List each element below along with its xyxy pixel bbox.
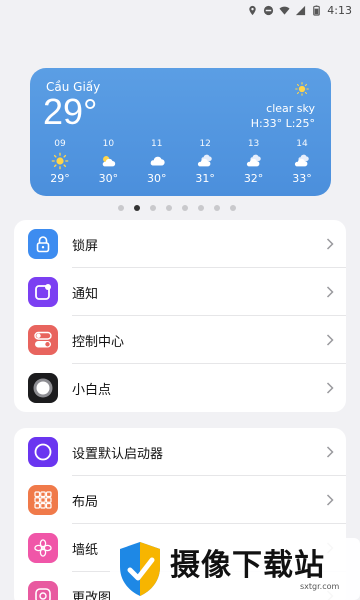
setting-row-lock-screen[interactable]: 锁屏 [14,220,346,268]
assistive-touch-icon [28,373,58,403]
cloud-icon [150,156,165,166]
weather-condition: clear sky [266,102,315,115]
partly-cloudy-icon [103,156,116,167]
settings-group-1: 锁屏 通知 控制中心 小白点 [14,220,346,412]
forecast-item: 10 30° [88,139,128,185]
forecast-item: 09 29° [40,139,80,185]
page-dot-active[interactable] [134,205,140,211]
setting-row-assistive-touch[interactable]: 小白点 [14,364,346,412]
forecast-temp: 33° [292,172,312,185]
forecast-item: 11 30° [137,139,177,185]
setting-label: 布局 [72,494,99,510]
weather-high-low: H:33° L:25° [250,117,315,130]
setting-row-notification[interactable]: 通知 [14,268,346,316]
wifi-icon [279,6,290,15]
setting-label: 锁屏 [72,238,99,254]
page-dot[interactable] [230,205,236,211]
cloudy-icon [294,154,309,167]
forecast-hour: 11 [151,139,163,149]
setting-label: 墙纸 [72,542,99,558]
chevron-right-icon [326,238,334,250]
page-dot[interactable] [150,205,156,211]
default-launcher-icon [28,437,58,467]
watermark-title: 摄像下载站 [170,548,325,583]
forecast-temp: 29° [50,172,70,185]
setting-label: 控制中心 [72,334,125,350]
setting-label: 更改图 [72,590,112,600]
forecast-hour: 10 [102,139,115,149]
chevron-right-icon [326,382,334,394]
forecast-hour: 13 [247,139,260,149]
change-icon-icon [28,581,58,600]
page-indicator[interactable] [118,205,236,211]
forecast-item: 14 33° [282,139,322,185]
forecast-temp: 31° [195,172,215,185]
page-dot[interactable] [214,205,220,211]
status-bar: 4:13 [0,0,360,20]
setting-label: 小白点 [72,382,112,398]
cloudy-icon [198,154,212,167]
setting-row-default-launcher[interactable]: 设置默认启动器 [14,428,346,476]
sun-icon [295,82,309,96]
forecast-hour: 14 [296,139,308,149]
watermark-url: sxtgr.com [300,582,340,591]
forecast-hour: 09 [54,139,66,149]
signal-icon [296,5,306,15]
forecast-temp: 30° [98,172,119,185]
forecast-item: 13 32° [234,139,274,185]
battery-icon [313,4,321,16]
status-time: 4:13 [327,3,352,17]
page-dot[interactable] [198,205,204,211]
lock-screen-icon [28,229,58,259]
chevron-right-icon [326,334,334,346]
hourly-forecast: 09 29° 10 30° 11 30° 12 31° 13 32° 14 33… [40,139,322,185]
page-dot[interactable] [166,205,172,211]
chevron-right-icon [326,286,334,298]
forecast-item: 12 31° [185,139,225,185]
weather-widget[interactable]: Cầu Giấy 29° clear sky H:33° L:25° 09 29… [30,68,331,196]
wallpaper-icon [28,533,58,563]
page-dot[interactable] [182,205,188,211]
notification-icon [28,277,58,307]
setting-label: 设置默认启动器 [72,446,164,462]
weather-temperature: 29° [43,91,98,132]
layout-icon [28,485,58,515]
sun-icon [51,152,69,170]
setting-row-control-center[interactable]: 控制中心 [14,316,346,364]
cloudy-icon [246,154,261,167]
forecast-temp: 32° [243,172,264,185]
chevron-right-icon [326,446,334,458]
chevron-right-icon [326,494,334,506]
setting-label: 通知 [72,286,99,302]
page-dot[interactable] [118,205,124,211]
setting-row-layout[interactable]: 布局 [14,476,346,524]
control-center-icon [28,325,58,355]
forecast-hour: 12 [199,139,211,149]
shield-logo-icon [120,542,160,596]
watermark: 摄像下载站 sxtgr.com [110,538,360,600]
location-icon [249,5,257,15]
forecast-temp: 30° [147,172,167,185]
do-not-disturb-icon [264,5,274,15]
